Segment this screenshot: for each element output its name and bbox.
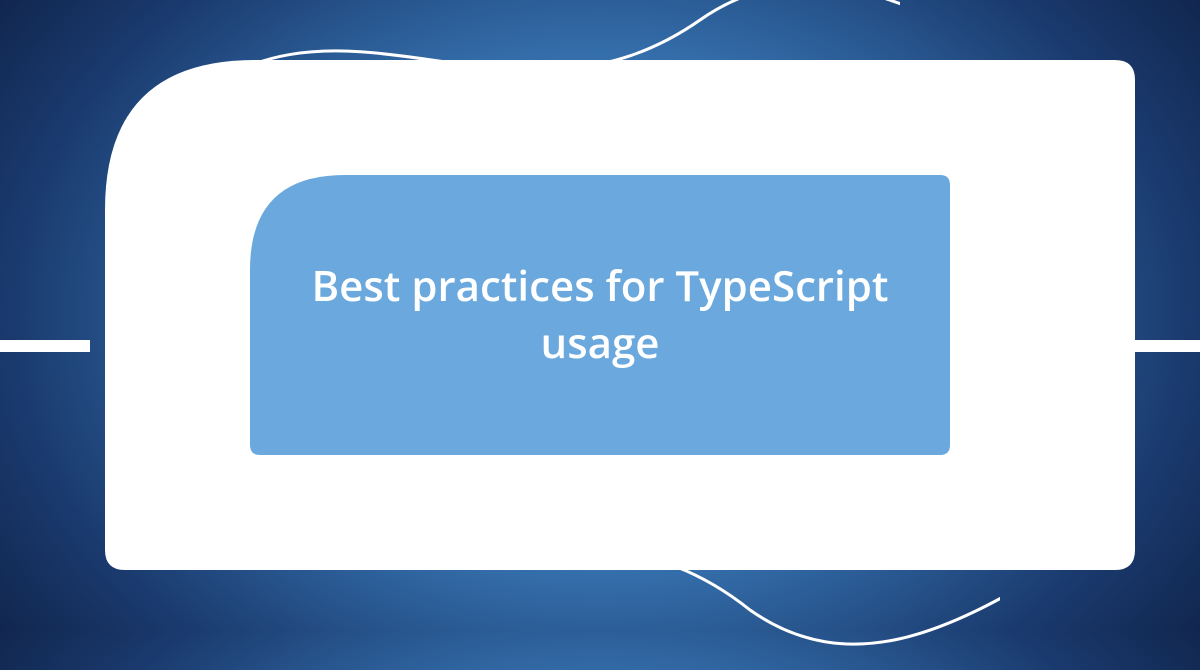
- title-container: Best practices for TypeScript usage: [250, 175, 950, 455]
- bg-stripe-right: [1130, 340, 1200, 352]
- card-title: Best practices for TypeScript usage: [250, 258, 950, 371]
- bg-stripe-left: [0, 340, 90, 352]
